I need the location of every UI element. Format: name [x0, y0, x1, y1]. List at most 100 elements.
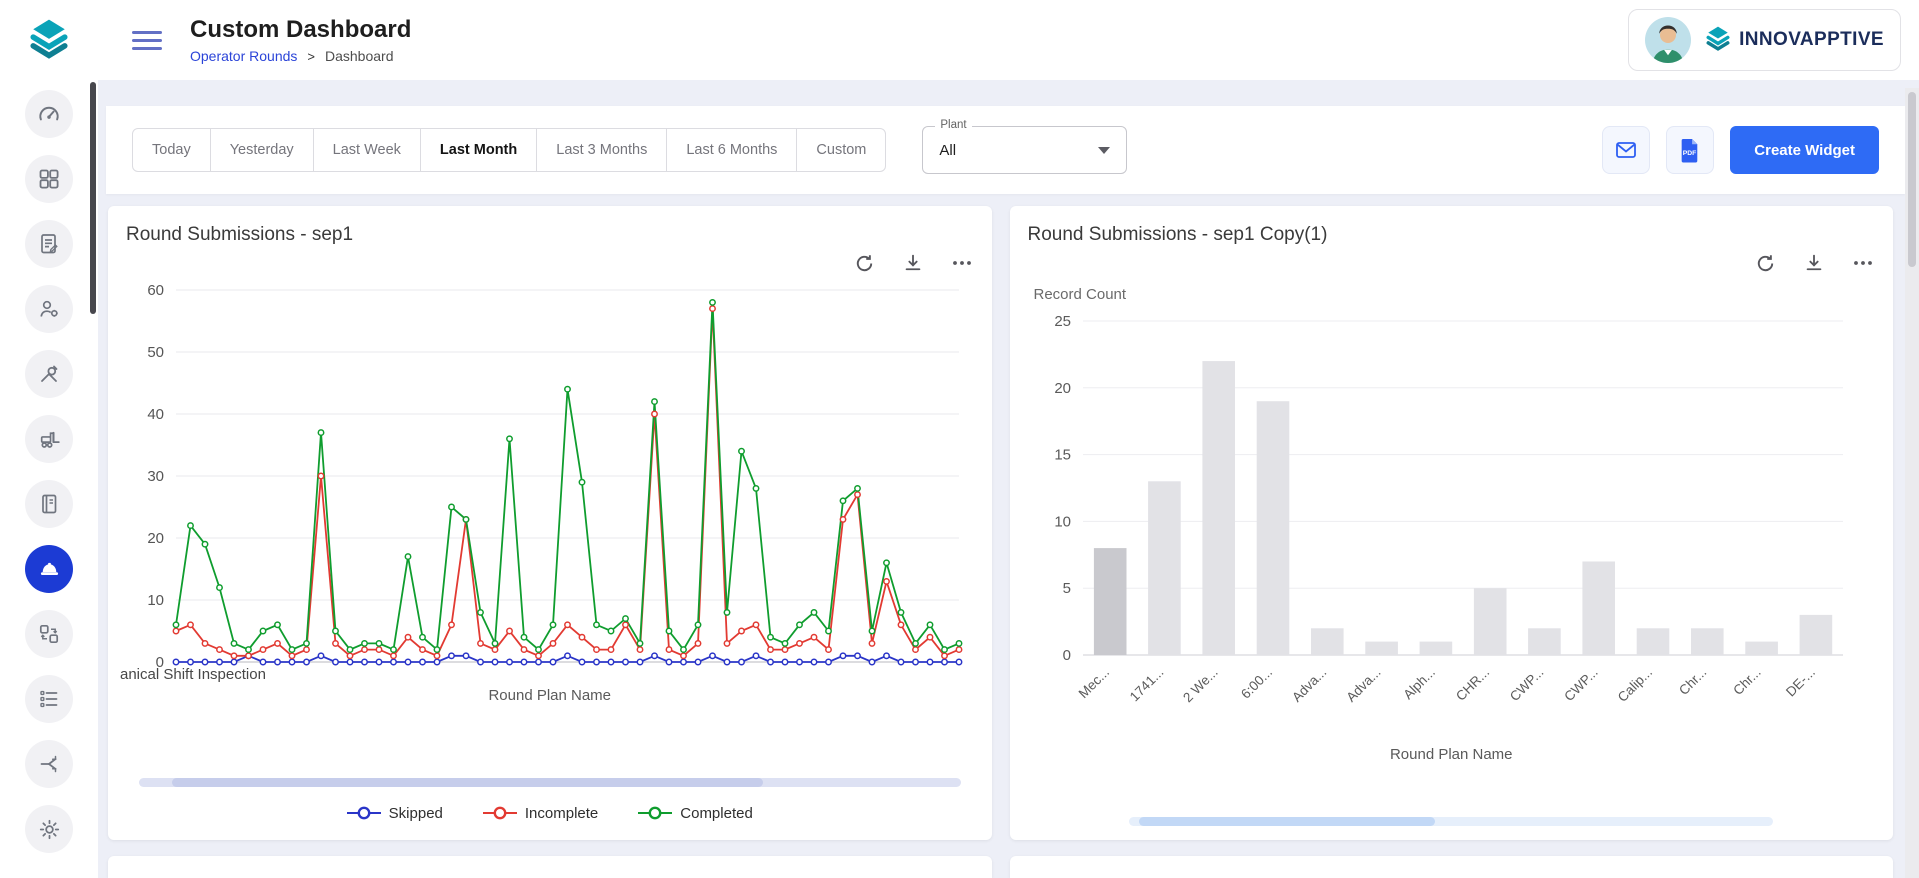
sidebar-item-work-instructions[interactable] [25, 480, 73, 528]
next-widgets-row [98, 856, 1919, 878]
scrollbar-thumb[interactable] [172, 778, 764, 787]
plant-select-label: Plant [935, 119, 971, 131]
sidebar-item-maintenance[interactable] [25, 350, 73, 398]
legend-item-completed[interactable]: Completed [638, 805, 753, 822]
brand-logo: INNOVAPPTIVE [1705, 25, 1884, 56]
sidebar-item-operator-rounds[interactable] [25, 545, 73, 593]
refresh-icon [1754, 252, 1777, 275]
legend-item-incomplete[interactable]: Incomplete [483, 805, 598, 822]
sidebar-item-settings[interactable] [25, 805, 73, 853]
page-scrollbar-thumb[interactable] [1908, 92, 1916, 267]
widget-actions [1028, 250, 1876, 276]
top-header: Custom Dashboard Operator Rounds > Dashb… [98, 0, 1919, 80]
legend-marker-icon [638, 806, 672, 820]
scrollbar-thumb[interactable] [1139, 817, 1435, 826]
chevron-down-icon [1098, 147, 1110, 154]
partial-widget-card [1010, 856, 1894, 878]
pdf-icon: PDF [1679, 138, 1701, 163]
sidebar-nav [25, 90, 73, 853]
sidebar-item-user-management[interactable] [25, 285, 73, 333]
x-axis-title: Round Plan Name [1028, 746, 1876, 763]
plant-select[interactable]: Plant All [922, 126, 1127, 174]
ellipsis-icon [1851, 251, 1875, 275]
widget-round-submissions-bar: Round Submissions - sep1 Copy(1) Record … [1010, 206, 1894, 840]
breadcrumb-separator: > [307, 49, 315, 64]
more-options-button[interactable] [1851, 250, 1875, 276]
sidebar-item-warehouse[interactable] [25, 415, 73, 463]
legend-marker-icon [347, 806, 381, 820]
bar-chart-canvas: 0510152025Mec...1741...2 We...6:00...Adv… [1028, 305, 1873, 735]
svg-text:6:00...: 6:00... [1237, 665, 1274, 702]
hard-hat-icon [37, 557, 62, 582]
filter-yesterday[interactable]: Yesterday [210, 128, 314, 172]
page-vertical-scrollbar[interactable] [1905, 88, 1919, 878]
main-area: Custom Dashboard Operator Rounds > Dashb… [98, 0, 1919, 878]
svg-text:0: 0 [1062, 647, 1070, 664]
svg-text:25: 25 [1054, 313, 1071, 330]
app-logo-icon [28, 17, 70, 64]
title-block: Custom Dashboard Operator Rounds > Dashb… [190, 16, 411, 64]
sidebar-item-connected-flow[interactable] [25, 740, 73, 788]
sidebar-scrollbar-thumb[interactable] [90, 82, 96, 314]
line-chart-canvas: 0102030405060 [126, 276, 971, 676]
sidebar-item-integrations[interactable] [25, 610, 73, 658]
refresh-icon [853, 252, 876, 275]
brand-name: INNOVAPPTIVE [1739, 29, 1884, 51]
filter-last-3-months[interactable]: Last 3 Months [536, 128, 667, 172]
refresh-button[interactable] [1754, 250, 1777, 276]
svg-text:50: 50 [147, 344, 164, 361]
refresh-button[interactable] [853, 250, 876, 276]
filter-last-6-months[interactable]: Last 6 Months [666, 128, 797, 172]
forklift-icon [37, 427, 62, 452]
svg-text:10: 10 [147, 592, 164, 609]
svg-text:1741...: 1741... [1126, 665, 1166, 705]
ellipsis-icon [950, 251, 974, 275]
sidebar-item-dashboard[interactable] [25, 90, 73, 138]
download-button[interactable] [902, 250, 924, 276]
integration-icon [37, 622, 61, 646]
download-icon [902, 252, 924, 274]
work-instructions-icon [37, 492, 61, 516]
branch-arrows-icon [37, 752, 61, 776]
svg-text:15: 15 [1054, 447, 1071, 464]
tools-icon [37, 362, 61, 386]
download-button[interactable] [1803, 250, 1825, 276]
widgets-grid: Round Submissions - sep1 0102030405060 a… [98, 206, 1919, 840]
user-avatar[interactable] [1645, 17, 1691, 63]
widget-title: Round Submissions - sep1 Copy(1) [1028, 224, 1876, 246]
toolbar-actions: PDF Create Widget [1602, 126, 1879, 174]
chart-horizontal-scrollbar[interactable] [1129, 817, 1773, 826]
more-options-button[interactable] [950, 250, 974, 276]
legend-label: Incomplete [525, 805, 598, 822]
svg-text:Adva...: Adva... [1343, 665, 1383, 705]
y-axis-title: Record Count [1034, 286, 1876, 303]
svg-text:20: 20 [147, 530, 164, 547]
svg-text:PDF: PDF [1683, 150, 1697, 157]
svg-text:2 We...: 2 We... [1180, 665, 1221, 706]
chart-legend: Skipped Incomplete Completed [126, 800, 974, 826]
create-widget-button[interactable]: Create Widget [1730, 126, 1879, 174]
pdf-export-button[interactable]: PDF [1666, 126, 1714, 174]
filter-today[interactable]: Today [132, 128, 211, 172]
filter-custom[interactable]: Custom [796, 128, 886, 172]
svg-text:10: 10 [1054, 513, 1071, 530]
filter-last-month[interactable]: Last Month [420, 128, 537, 172]
download-icon [1803, 252, 1825, 274]
x-axis-title: Round Plan Name [126, 687, 974, 704]
sidebar-item-widgets[interactable] [25, 155, 73, 203]
breadcrumb-link-operator-rounds[interactable]: Operator Rounds [190, 48, 297, 64]
email-report-button[interactable] [1602, 126, 1650, 174]
legend-item-skipped[interactable]: Skipped [347, 805, 443, 822]
svg-text:5: 5 [1062, 580, 1070, 597]
sidebar-item-checklists[interactable] [25, 675, 73, 723]
filter-last-week[interactable]: Last Week [313, 128, 421, 172]
menu-toggle-icon[interactable] [132, 31, 162, 50]
chart-horizontal-scrollbar[interactable] [139, 778, 961, 787]
email-icon [1614, 138, 1638, 162]
app-logo[interactable] [0, 0, 98, 80]
sidebar-item-forms[interactable] [25, 220, 73, 268]
breadcrumb-current: Dashboard [325, 48, 394, 64]
svg-text:DE-...: DE-... [1783, 665, 1818, 700]
legend-marker-icon [483, 806, 517, 820]
widget-title: Round Submissions - sep1 [126, 224, 974, 246]
